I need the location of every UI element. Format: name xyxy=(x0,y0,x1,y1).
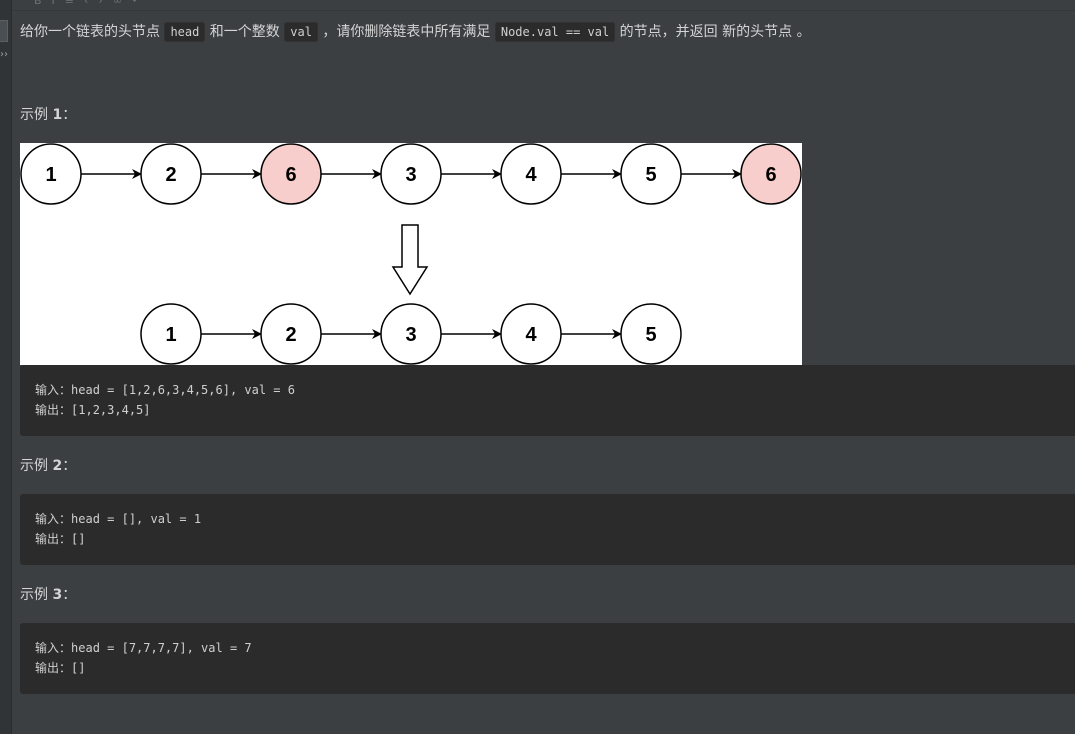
bold-icon[interactable]: B xyxy=(34,0,52,7)
desc-text: 的节点，并返回 新的头节点 。 xyxy=(615,24,811,40)
after-row-node-label-2: 3 xyxy=(405,324,416,346)
code-icon[interactable]: ‹› xyxy=(84,0,113,7)
example-1-title: 示例 1： xyxy=(20,104,76,124)
after-row-node-label-3: 4 xyxy=(525,324,537,346)
input-line: 输入：head = [], val = 1 xyxy=(35,510,201,527)
left-gutter: ›› xyxy=(0,0,12,734)
example-2-code-block: 输入：head = [], val = 1 输出：[] xyxy=(20,494,1075,565)
after-row-node-label-4: 5 xyxy=(645,324,656,346)
diagram-svg: 1 2 6 3 4 5 6 1 2 3 4 5 xyxy=(20,143,802,365)
input-line: 输入：head = [7,7,7,7], val = 7 xyxy=(35,639,252,656)
undo-icon[interactable]: ↶ xyxy=(132,0,151,7)
before-row-node-label-2: 6 xyxy=(285,164,296,186)
example-title-suffix: ： xyxy=(62,458,77,474)
after-row-node-label-0: 1 xyxy=(165,324,176,346)
input-value: head = [7,7,7,7], val = 7 xyxy=(71,641,252,655)
example-3-title: 示例 3： xyxy=(20,584,76,604)
example-title-suffix: ： xyxy=(62,587,77,603)
expand-arrow-icon[interactable]: ›› xyxy=(0,49,8,61)
toolbar-icons: BI≡‹›∞↶ xyxy=(34,0,151,7)
before-row-node-label-6: 6 xyxy=(765,164,776,186)
output-label: 输出： xyxy=(35,661,72,675)
output-value: [1,2,3,4,5] xyxy=(71,403,151,417)
example-2-title: 示例 2： xyxy=(20,455,76,475)
before-row-node-label-0: 1 xyxy=(45,164,56,186)
input-label: 输入： xyxy=(35,512,72,526)
output-value: [] xyxy=(71,532,86,546)
desc-text: ，请你删除链表中所有满足 xyxy=(317,24,495,40)
input-label: 输入： xyxy=(35,641,72,655)
output-line: 输出：[1,2,3,4,5] xyxy=(35,401,151,418)
input-line: 输入：head = [1,2,6,3,4,5,6], val = 6 xyxy=(35,381,295,398)
editor-toolbar: BI≡‹›∞↶ xyxy=(12,0,1075,11)
example-title-prefix: 示例 xyxy=(20,107,53,123)
inline-code-head: head xyxy=(164,22,206,42)
output-value: [] xyxy=(71,661,86,675)
output-label: 输出： xyxy=(35,532,72,546)
example-title-suffix: ： xyxy=(62,107,77,123)
inline-code-val: val xyxy=(284,22,318,42)
example-3-code-block: 输入：head = [7,7,7,7], val = 7 输出：[] xyxy=(20,623,1075,694)
output-line: 输出：[] xyxy=(35,530,85,547)
example-1-code-block: 输入：head = [1,2,6,3,4,5,6], val = 6 输出：[1… xyxy=(20,365,1075,436)
example-title-prefix: 示例 xyxy=(20,587,53,603)
desc-text: 和一个整数 xyxy=(205,24,285,40)
desc-text: 给你一个链表的头节点 xyxy=(20,24,165,40)
example-title-prefix: 示例 xyxy=(20,458,53,474)
before-row-node-label-1: 2 xyxy=(165,164,176,186)
example-number: 1 xyxy=(52,107,63,123)
input-label: 输入： xyxy=(35,383,72,397)
example-number: 3 xyxy=(52,587,63,603)
gutter-collapse-handle[interactable] xyxy=(0,20,8,42)
after-row-node-label-1: 2 xyxy=(285,324,296,346)
before-row-node-label-3: 3 xyxy=(405,164,416,186)
before-row-node-label-4: 4 xyxy=(525,164,537,186)
input-value: head = [1,2,6,3,4,5,6], val = 6 xyxy=(71,383,295,397)
linked-list-diagram: 1 2 6 3 4 5 6 1 2 3 4 5 xyxy=(20,143,802,365)
before-row-node-label-5: 5 xyxy=(645,164,656,186)
example-number: 2 xyxy=(52,458,63,474)
inline-code-condition: Node.val == val xyxy=(494,22,616,42)
down-arrow-icon xyxy=(391,224,429,296)
output-line: 输出：[] xyxy=(35,659,85,676)
input-value: head = [], val = 1 xyxy=(71,512,202,526)
italic-icon[interactable]: I xyxy=(52,0,65,7)
list-icon[interactable]: ≡ xyxy=(65,0,84,7)
output-label: 输出： xyxy=(35,403,72,417)
problem-description: 给你一个链表的头节点 head 和一个整数 val ，请你删除链表中所有满足 N… xyxy=(20,21,811,43)
link-icon[interactable]: ∞ xyxy=(113,0,132,7)
